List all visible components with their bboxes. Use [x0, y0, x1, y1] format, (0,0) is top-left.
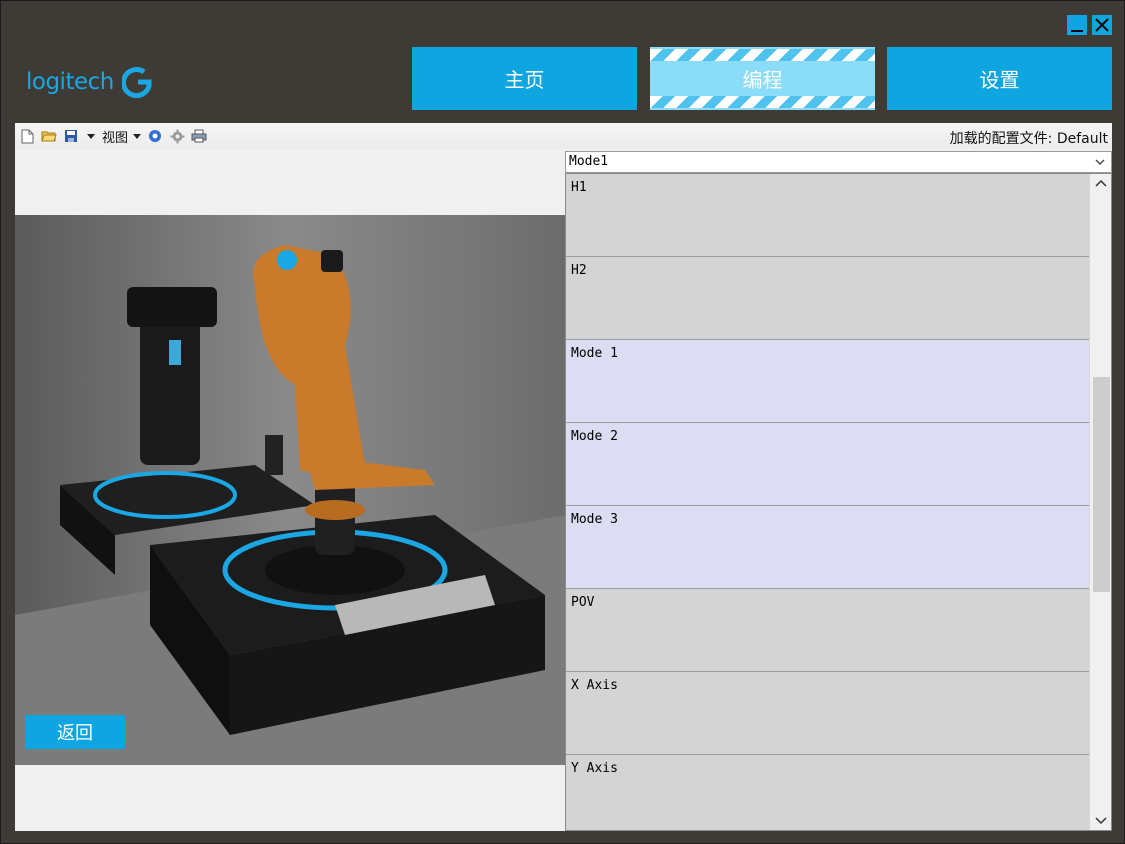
new-file-icon[interactable]	[18, 127, 36, 145]
app-window: logitech 主页 编程 设置 视图 加载的配置文件: Default 返回…	[0, 0, 1125, 844]
list-item-x-axis[interactable]: X Axis	[566, 672, 1089, 755]
close-button[interactable]	[1092, 15, 1112, 35]
toolbar: 视图 加载的配置文件: Default	[15, 123, 1112, 149]
assign-icon[interactable]	[146, 127, 164, 145]
chevron-down-icon	[1095, 159, 1105, 165]
list-item-label: Y Axis	[571, 761, 618, 776]
mode-selector[interactable]: Mode1	[565, 151, 1112, 173]
mode-selector-value: Mode1	[569, 154, 609, 169]
list-item-label: POV	[571, 595, 595, 610]
list-item-h1[interactable]: H1	[566, 174, 1089, 257]
list-item-label: Mode 2	[571, 429, 618, 444]
logitech-g-icon	[121, 67, 152, 98]
save-dropdown-icon[interactable]	[87, 133, 95, 139]
main-content: 视图 加载的配置文件: Default 返回 Mode1 H1 H2 Mode …	[15, 123, 1112, 831]
list-item-h2[interactable]: H2	[566, 257, 1089, 340]
joystick-illustration	[15, 215, 566, 765]
tab-settings[interactable]: 设置	[887, 47, 1112, 110]
scroll-thumb[interactable]	[1093, 377, 1110, 592]
list-item-label: X Axis	[571, 678, 618, 693]
logitech-logo: logitech	[26, 64, 152, 100]
view-menu[interactable]: 视图	[102, 127, 128, 146]
active-stripe-top	[650, 49, 875, 61]
list-item-pov[interactable]: POV	[566, 589, 1089, 672]
gear-icon[interactable]	[168, 127, 186, 145]
loaded-profile-label: 加载的配置文件: Default	[949, 131, 1108, 147]
list-item-label: Mode 1	[571, 346, 618, 361]
active-stripe-bottom	[650, 96, 875, 108]
list-item-label: H2	[571, 263, 587, 278]
list-scrollbar[interactable]	[1089, 174, 1111, 830]
back-button[interactable]: 返回	[25, 715, 125, 749]
scroll-up-icon[interactable]	[1094, 178, 1108, 188]
tab-home[interactable]: 主页	[412, 47, 637, 110]
list-item-mode-3[interactable]: Mode 3	[566, 506, 1089, 589]
list-item-label: H1	[571, 180, 587, 195]
list-item-mode-2[interactable]: Mode 2	[566, 423, 1089, 506]
tab-home-label: 主页	[504, 68, 545, 92]
tab-program[interactable]: 编程	[650, 47, 875, 110]
list-item-label: Mode 3	[571, 512, 618, 527]
control-list: H1 H2 Mode 1 Mode 2 Mode 3 POV X Axis Y …	[565, 173, 1112, 831]
open-folder-icon[interactable]	[40, 127, 58, 145]
logo-text: logitech	[26, 69, 114, 95]
save-icon[interactable]	[62, 127, 80, 145]
joystick-image	[15, 215, 566, 765]
list-item-y-axis[interactable]: Y Axis	[566, 755, 1089, 830]
print-icon[interactable]	[190, 127, 208, 145]
minimize-button[interactable]	[1067, 15, 1087, 35]
list-item-mode-1[interactable]: Mode 1	[566, 340, 1089, 423]
tab-settings-label: 设置	[979, 68, 1020, 92]
close-icon	[1095, 18, 1109, 32]
view-dropdown-icon[interactable]	[133, 133, 142, 139]
scroll-down-icon[interactable]	[1094, 816, 1108, 826]
tab-program-label: 编程	[742, 68, 783, 92]
